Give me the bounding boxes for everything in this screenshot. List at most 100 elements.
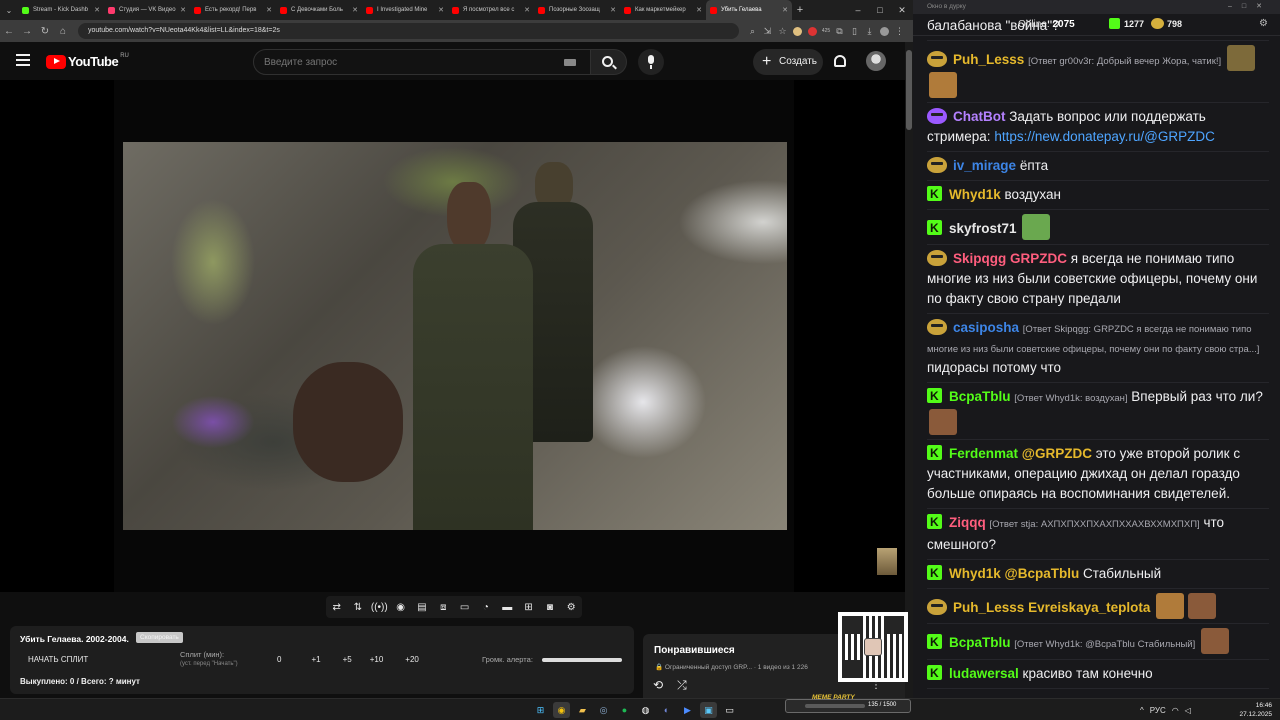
chat-username[interactable]: Skipqgg <box>953 251 1006 266</box>
chat-username[interactable]: Puh_Lesss <box>953 52 1024 67</box>
language-indicator[interactable]: РУС <box>1150 706 1166 715</box>
playlist-title[interactable]: Понравившиеся <box>654 645 735 656</box>
chat-username[interactable]: Ferdenmat <box>949 446 1018 461</box>
browser-tab[interactable]: Убить Гелаева ✕ <box>706 0 792 20</box>
home-icon[interactable]: ⌂ <box>54 26 72 37</box>
add-frame-icon[interactable]: ⊞ <box>520 602 538 613</box>
chat-username[interactable]: skyfrost71 <box>949 221 1017 236</box>
sidebar-icon[interactable]: ▯ <box>847 26 862 37</box>
chat-username[interactable]: Ziqqq <box>949 515 986 530</box>
volume-icon[interactable]: ◁ <box>1185 706 1191 715</box>
address-bar[interactable]: youtube.com/watch?v=NUeota44Kk4&list=LL&… <box>78 23 739 39</box>
install-icon[interactable]: ⇲ <box>760 26 775 37</box>
spotify-icon[interactable]: ● <box>616 702 633 718</box>
screenshot-icon[interactable]: ◙ <box>541 602 559 613</box>
maximize-icon[interactable]: □ <box>869 5 891 15</box>
account-avatar[interactable] <box>866 51 886 71</box>
theater-icon[interactable]: ▬ <box>498 602 516 613</box>
chat-mention[interactable]: @BcpaTblu <box>1005 566 1080 581</box>
tab-close-icon[interactable]: ✕ <box>610 6 616 14</box>
start-split-button[interactable]: НАЧАТЬ СПЛИТ <box>28 655 88 664</box>
back-icon[interactable]: ← <box>0 26 18 37</box>
split-value-button[interactable]: +10 <box>370 655 384 664</box>
bookmark-star-icon[interactable]: ☆ <box>775 26 790 37</box>
browser-tab[interactable]: Я посмотрел все с ✕ <box>448 0 534 20</box>
terminal-icon[interactable]: ▭ <box>721 702 738 718</box>
reload-icon[interactable]: ↻ <box>36 26 54 37</box>
notifications-bell-icon[interactable] <box>834 55 846 67</box>
start-icon[interactable]: ⊞ <box>532 702 549 718</box>
chat-username[interactable]: BcpaTblu <box>949 635 1011 650</box>
chat-username[interactable]: Whyd1k <box>949 566 1001 581</box>
chat-mention[interactable]: @GRPZDC <box>1022 446 1092 461</box>
tab-close-icon[interactable]: ✕ <box>438 6 444 14</box>
zoom-icon[interactable]: ⌕ <box>745 26 760 37</box>
minimize-icon[interactable]: – <box>847 5 869 15</box>
chat-username[interactable]: Puh_Lesss <box>953 600 1024 615</box>
reply-reference[interactable]: [Ответ gr00v3r: Добрый вечер Жора, чатик… <box>1028 56 1221 67</box>
extension-icon[interactable] <box>793 26 802 36</box>
playlist-shuffle-icon[interactable]: ⤮ <box>677 678 687 693</box>
tab-search-icon[interactable]: ⌄ <box>0 6 18 15</box>
chat-username[interactable]: ChatBot <box>953 109 1006 124</box>
reply-reference[interactable]: [Ответ stja: АХПХПХХПХАХПХХАХВХХМХПХП] <box>990 519 1200 530</box>
youtube-logo[interactable]: YouTube RU <box>46 53 129 69</box>
broadcast-icon[interactable]: ((•)) <box>370 602 388 613</box>
split-value-button[interactable]: +20 <box>405 655 419 664</box>
tray-overflow-icon[interactable]: ^ <box>1140 706 1144 715</box>
watch-later-icon[interactable]: ◉ <box>392 602 410 613</box>
page-scrollbar[interactable] <box>905 42 913 698</box>
chat-username[interactable]: ludawersal <box>949 666 1019 681</box>
extensions-puzzle-icon[interactable]: ⧉ <box>832 26 847 37</box>
alert-volume-slider[interactable] <box>542 658 622 662</box>
film-icon[interactable]: ▤ <box>413 602 431 613</box>
split-value-button[interactable]: 0 <box>277 655 281 664</box>
clock[interactable]: 16:46 27.12.2025 <box>1239 701 1272 719</box>
browser-tab[interactable]: Студия — VK Видео ✕ <box>104 0 190 20</box>
reply-reference[interactable]: [Ответ Whyd1k: воздухан] <box>1014 393 1127 404</box>
media-player-icon[interactable]: ▶ <box>679 702 696 718</box>
new-tab-button[interactable]: + <box>792 4 808 16</box>
file-explorer-icon[interactable]: ▰ <box>574 702 591 718</box>
chat-username[interactable]: Whyd1k <box>949 187 1001 202</box>
speed-icon[interactable]: ◔ <box>477 602 495 613</box>
loop-icon[interactable]: ⇄ <box>328 602 346 613</box>
donation-link[interactable]: https://new.donatepay.ru/@GRPZDC <box>994 129 1215 144</box>
chat-username[interactable]: iv_mirage <box>953 158 1016 173</box>
split-value-button[interactable]: +1 <box>311 655 320 664</box>
downloads-icon[interactable]: ⤓ <box>862 26 877 37</box>
chat-username[interactable]: casiposha <box>953 320 1019 335</box>
browser-tab[interactable]: Как маркетмейкер ✕ <box>620 0 706 20</box>
browser-tab[interactable]: I Investigated Mine ✕ <box>362 0 448 20</box>
copy-button[interactable]: Скопировать <box>136 632 183 643</box>
chat-username[interactable]: BcpaTblu <box>949 389 1011 404</box>
search-input[interactable] <box>254 50 554 74</box>
tab-close-icon[interactable]: ✕ <box>266 6 272 14</box>
keyboard-icon[interactable] <box>564 59 576 66</box>
channel-watermark[interactable] <box>877 548 897 575</box>
browser-tab[interactable]: Stream - Kick Dashb ✕ <box>18 0 104 20</box>
network-icon[interactable]: ◠ <box>1172 706 1179 715</box>
playlist-loop-icon[interactable]: ⟲ <box>653 678 663 693</box>
video-player[interactable] <box>0 80 905 592</box>
browser-tab[interactable]: С Девочками Боль ✕ <box>276 0 362 20</box>
tab-close-icon[interactable]: ✕ <box>524 6 530 14</box>
steam-icon[interactable]: ◎ <box>595 702 612 718</box>
forward-icon[interactable]: → <box>18 26 36 37</box>
close-window-icon[interactable]: ✕ <box>891 5 913 16</box>
menu-icon[interactable] <box>16 54 30 66</box>
browser-tab[interactable]: Есть рекорд! Перв ✕ <box>190 0 276 20</box>
settings-gear-icon[interactable]: ⚙ <box>562 602 580 613</box>
chrome-icon[interactable]: ◉ <box>553 702 570 718</box>
tab-close-icon[interactable]: ✕ <box>94 6 100 14</box>
discord-icon[interactable]: ◐ <box>658 702 675 718</box>
split-value-button[interactable]: +5 <box>343 655 352 664</box>
tab-close-icon[interactable]: ✕ <box>782 6 788 14</box>
voice-search-icon[interactable] <box>638 49 664 75</box>
reply-reference[interactable]: [Ответ Whyd1k: @BcpaTblu Стабильный] <box>1014 639 1195 650</box>
create-button[interactable]: Создать <box>753 49 823 75</box>
scrollbar-thumb[interactable] <box>906 50 912 130</box>
tab-close-icon[interactable]: ✕ <box>180 6 186 14</box>
browser-menu-icon[interactable]: ⋮ <box>892 26 907 37</box>
chat-app-icon[interactable]: ▣ <box>700 702 717 718</box>
